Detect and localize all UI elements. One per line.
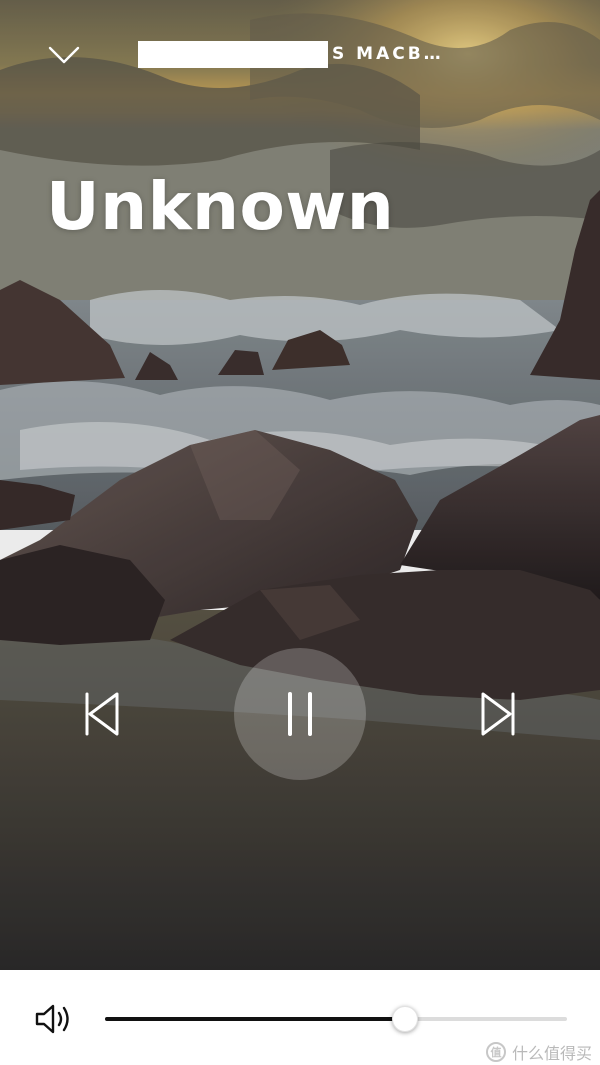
skip-next-icon xyxy=(481,692,515,736)
device-name-area[interactable]: S MACB… xyxy=(138,40,444,68)
volume-slider[interactable] xyxy=(105,1006,567,1032)
play-pause-button[interactable] xyxy=(234,648,366,780)
volume-slider-fill xyxy=(105,1017,405,1021)
speaker-volume-icon xyxy=(35,1004,69,1034)
skip-previous-icon xyxy=(85,692,119,736)
next-track-button[interactable] xyxy=(472,684,526,744)
volume-button[interactable] xyxy=(34,1002,74,1036)
previous-track-button[interactable] xyxy=(74,684,128,744)
track-title: Unknown xyxy=(46,168,395,245)
watermark-text: 什么值得买 xyxy=(511,1044,592,1063)
collapse-button[interactable] xyxy=(44,38,84,70)
pause-icon xyxy=(288,692,312,736)
chevron-down-icon xyxy=(48,46,80,64)
device-name: S MACB… xyxy=(332,44,444,64)
watermark: 值 什么值得买 xyxy=(485,1040,592,1064)
now-playing-screen: S MACB… Unknown 值 什么值得买 xyxy=(0,0,600,1065)
volume-slider-thumb[interactable] xyxy=(392,1006,418,1032)
album-artwork-background xyxy=(0,0,600,970)
redaction-block xyxy=(138,40,328,68)
watermark-badge-icon: 值 xyxy=(485,1042,506,1062)
